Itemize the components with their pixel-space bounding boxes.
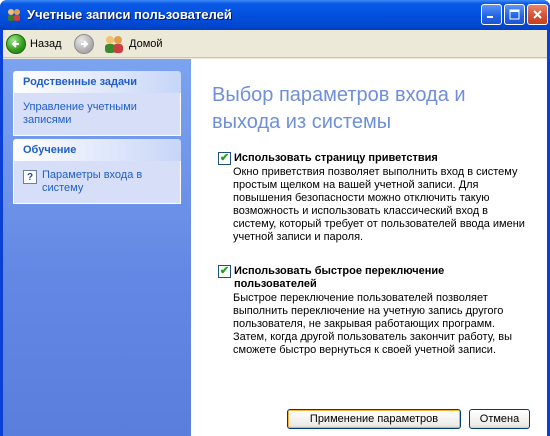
minimize-button[interactable] — [481, 4, 502, 25]
maximize-button[interactable] — [504, 4, 525, 25]
users-icon — [8, 9, 20, 21]
welcome-screen-checkbox[interactable]: ✔ — [218, 152, 231, 165]
learn-body: ? Параметры входа в систему — [13, 161, 181, 204]
manage-accounts-link[interactable]: Управление учетными записями — [23, 101, 171, 127]
user-accounts-window: Учетные записи пользователей Назад Домой… — [0, 0, 550, 436]
window-title: Учетные записи пользователей — [27, 7, 232, 22]
logon-options-link[interactable]: Параметры входа в систему — [42, 169, 171, 195]
close-button[interactable] — [527, 4, 548, 25]
related-tasks-heading[interactable]: Родственные задачи — [13, 71, 181, 93]
fast-switching-checkbox[interactable]: ✔ — [218, 265, 231, 278]
home-users-icon — [105, 36, 123, 53]
apply-options-button[interactable]: Применение параметров — [287, 409, 461, 429]
window-client-area: Назад Домой Родственные задачи Управлени… — [3, 30, 547, 436]
welcome-screen-option: ✔ Использовать страницу приветствия Окно… — [218, 152, 528, 244]
close-icon — [533, 10, 542, 19]
task-pane: Родственные задачи Управление учетными з… — [3, 59, 191, 436]
welcome-screen-description: Окно приветствия позволяет выполнить вхо… — [233, 166, 525, 243]
learn-heading[interactable]: Обучение — [13, 139, 181, 161]
fast-switching-option: ✔ Использовать быстрое переключение поль… — [218, 265, 528, 357]
forward-arrow-icon — [74, 34, 94, 54]
maximize-icon — [509, 9, 520, 20]
related-tasks-body: Управление учетными записями — [13, 93, 181, 136]
back-label: Назад — [30, 38, 62, 50]
forward-button[interactable] — [74, 34, 94, 54]
help-icon: ? — [23, 170, 37, 184]
learn-panel: Обучение ? Параметры входа в систему — [13, 139, 181, 204]
fast-switching-description: Быстрое переключение пользователей позво… — [233, 292, 512, 356]
title-bar[interactable]: Учетные записи пользователей — [0, 0, 550, 30]
back-button[interactable]: Назад — [6, 34, 62, 54]
home-label: Домой — [129, 38, 163, 50]
content-area: Родственные задачи Управление учетными з… — [3, 59, 547, 436]
home-button[interactable]: Домой — [103, 34, 163, 54]
toolbar: Назад Домой — [3, 30, 547, 58]
welcome-screen-label[interactable]: Использовать страницу приветствия — [234, 152, 438, 165]
main-pane: Выбор параметров входа и выхода из систе… — [191, 59, 547, 436]
related-tasks-panel: Родственные задачи Управление учетными з… — [13, 71, 181, 136]
cancel-button[interactable]: Отмена — [469, 409, 530, 429]
fast-switching-label[interactable]: Использовать быстрое переключение пользо… — [234, 265, 528, 291]
page-title: Выбор параметров входа и выхода из систе… — [212, 84, 466, 133]
minimize-icon — [487, 16, 493, 18]
logon-options-link-row[interactable]: ? Параметры входа в систему — [23, 169, 171, 195]
back-arrow-icon — [6, 34, 26, 54]
